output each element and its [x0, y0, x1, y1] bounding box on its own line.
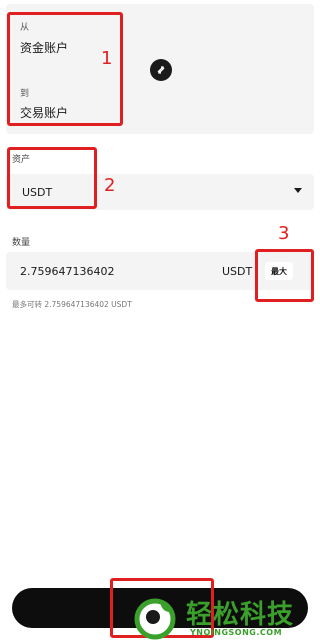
- annotation-box-2: [7, 147, 97, 209]
- watermark-subtext: YNQINGSONG.COM: [190, 628, 283, 637]
- available-amount-text: 最多可转 2.759647136402 USDT: [12, 300, 132, 309]
- amount-value: 2.759647136402: [20, 265, 115, 278]
- swap-arrows-icon: [157, 66, 165, 74]
- annotation-box-3: [255, 249, 314, 302]
- swap-accounts-button[interactable]: [150, 59, 172, 81]
- annotation-number-2: 2: [104, 175, 116, 196]
- amount-label: 数量: [12, 238, 31, 248]
- watermark-leaf-logo: [134, 598, 176, 640]
- chevron-down-icon: [294, 188, 302, 193]
- annotation-number-1: 1: [101, 48, 113, 69]
- annotation-number-3: 3: [278, 223, 290, 244]
- annotation-box-1: [7, 12, 123, 126]
- watermark-text: 轻松科技: [186, 600, 295, 630]
- amount-unit: USDT: [222, 265, 253, 278]
